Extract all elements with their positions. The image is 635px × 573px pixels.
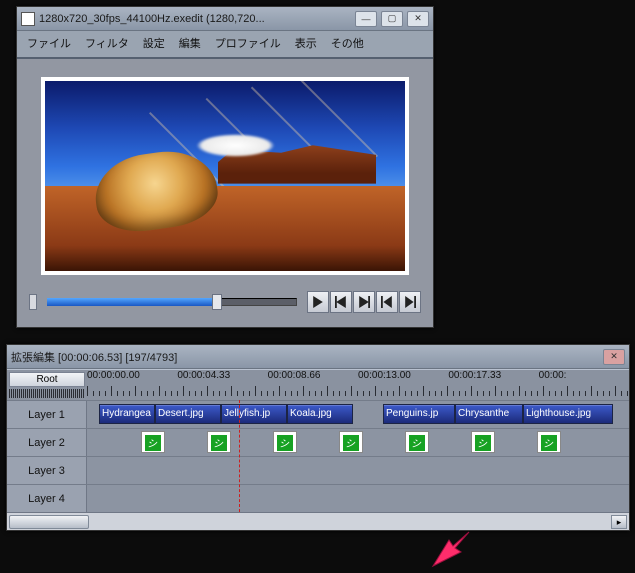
menu-view[interactable]: 表示 (289, 33, 323, 53)
timeline-clip[interactable]: Jellyfish.jp (221, 404, 287, 424)
scene-change-marker[interactable] (537, 431, 561, 453)
timeline-window-buttons: ✕ (603, 349, 625, 365)
layer-track-4[interactable] (87, 485, 629, 512)
timeline-clip[interactable]: Desert.jpg (155, 404, 221, 424)
seek-thumb[interactable] (212, 294, 222, 310)
layers-area: Layer 1 HydrangeaDesert.jpgJellyfish.jpK… (7, 400, 629, 512)
layer-label[interactable]: Layer 4 (7, 485, 87, 512)
scene-icon (475, 435, 491, 451)
step-forward-button[interactable] (353, 291, 375, 313)
play-button[interactable] (307, 291, 329, 313)
scene-change-marker[interactable] (273, 431, 297, 453)
preview-titlebar[interactable]: 1280x720_30fps_44100Hz.exedit (1280,720.… (17, 7, 433, 31)
menubar: ファイル フィルタ 設定 編集 プロファイル 表示 その他 (17, 31, 433, 59)
window-buttons: — ▢ ✕ (355, 11, 429, 27)
root-column: Root (7, 370, 87, 400)
scene-icon (277, 435, 293, 451)
menu-filter[interactable]: フィルタ (79, 33, 135, 53)
layer-label[interactable]: Layer 3 (7, 457, 87, 484)
scene-change-marker[interactable] (405, 431, 429, 453)
ruler-label: 00:00:08.66 (268, 370, 358, 384)
timeline-body: Root 00:00:00.00 00:00:04.33 00:00:08.66… (7, 369, 629, 530)
preview-title: 1280x720_30fps_44100Hz.exedit (1280,720.… (39, 13, 351, 25)
playhead[interactable] (239, 400, 240, 512)
timeline-close-button[interactable]: ✕ (603, 349, 625, 365)
transport-marker[interactable] (29, 294, 37, 310)
timeline-clip[interactable]: Penguins.jp (383, 404, 455, 424)
layer-row-3: Layer 3 (7, 456, 629, 484)
goto-start-button[interactable] (376, 291, 398, 313)
time-ruler[interactable]: 00:00:00.00 00:00:04.33 00:00:08.66 00:0… (87, 370, 629, 398)
scene-change-marker[interactable] (141, 431, 165, 453)
timeline-window: 拡張編集 [00:00:06.53] [197/4793] ✕ Root 00:… (6, 344, 630, 531)
scene-icon (211, 435, 227, 451)
seek-slider[interactable] (47, 292, 297, 312)
close-button[interactable]: ✕ (407, 11, 429, 27)
menu-edit[interactable]: 編集 (173, 33, 207, 53)
layer-track-3[interactable] (87, 457, 629, 484)
layer-track-2[interactable] (87, 429, 629, 456)
ruler-labels: 00:00:00.00 00:00:04.33 00:00:08.66 00:0… (87, 370, 629, 384)
scene-icon (343, 435, 359, 451)
layer-label[interactable]: Layer 2 (7, 429, 87, 456)
preview-window: 1280x720_30fps_44100Hz.exedit (1280,720.… (16, 6, 434, 328)
menu-other[interactable]: その他 (325, 33, 370, 53)
menu-file[interactable]: ファイル (21, 33, 77, 53)
timeline-title: 拡張編集 [00:00:06.53] [197/4793] (11, 349, 599, 365)
seek-fill (47, 298, 212, 306)
preview-cloud (196, 134, 275, 157)
step-back-button[interactable] (330, 291, 352, 313)
scene-icon (409, 435, 425, 451)
ruler-label: 00:00:00.00 (87, 370, 177, 384)
layer-row-2: Layer 2 (7, 428, 629, 456)
timeline-clip[interactable]: Chrysanthe (455, 404, 523, 424)
cursor-arrow-icon (431, 528, 471, 568)
layer-row-1: Layer 1 HydrangeaDesert.jpgJellyfish.jpK… (7, 400, 629, 428)
transport-bar (17, 281, 433, 327)
preview-area (17, 59, 433, 281)
layer-label[interactable]: Layer 1 (7, 401, 87, 428)
scene-change-marker[interactable] (339, 431, 363, 453)
horizontal-scrollbar[interactable]: ▸ (7, 512, 629, 530)
timeline-clip[interactable]: Lighthouse.jpg (523, 404, 613, 424)
scene-icon (541, 435, 557, 451)
scene-change-marker[interactable] (207, 431, 231, 453)
ruler-label: 00:00:13.00 (358, 370, 448, 384)
timeline-header: Root 00:00:00.00 00:00:04.33 00:00:08.66… (7, 369, 629, 400)
timeline-clip[interactable]: Koala.jpg (287, 404, 353, 424)
layer-track-1[interactable]: HydrangeaDesert.jpgJellyfish.jpKoala.jpg… (87, 401, 629, 428)
zoom-ticks[interactable] (9, 389, 85, 398)
ruler-label: 00:00:04.33 (177, 370, 267, 384)
root-button[interactable]: Root (9, 372, 85, 387)
preview-frame[interactable] (41, 77, 409, 275)
app-icon (21, 12, 35, 26)
ruler-ticks (87, 386, 629, 396)
timeline-titlebar[interactable]: 拡張編集 [00:00:06.53] [197/4793] ✕ (7, 345, 629, 369)
scene-icon (145, 435, 161, 451)
goto-end-button[interactable] (399, 291, 421, 313)
ruler-label: 00:00:17.33 (448, 370, 538, 384)
scene-change-marker[interactable] (471, 431, 495, 453)
transport-buttons (307, 291, 421, 313)
scrollbar-thumb[interactable] (9, 515, 89, 529)
scroll-right-button[interactable]: ▸ (611, 515, 627, 529)
layer-row-4: Layer 4 (7, 484, 629, 512)
timeline-clip[interactable]: Hydrangea (99, 404, 155, 424)
menu-profile[interactable]: プロファイル (209, 33, 287, 53)
minimize-button[interactable]: — (355, 11, 377, 27)
maximize-button[interactable]: ▢ (381, 11, 403, 27)
menu-settings[interactable]: 設定 (137, 33, 171, 53)
ruler-label: 00:00: (539, 370, 629, 384)
